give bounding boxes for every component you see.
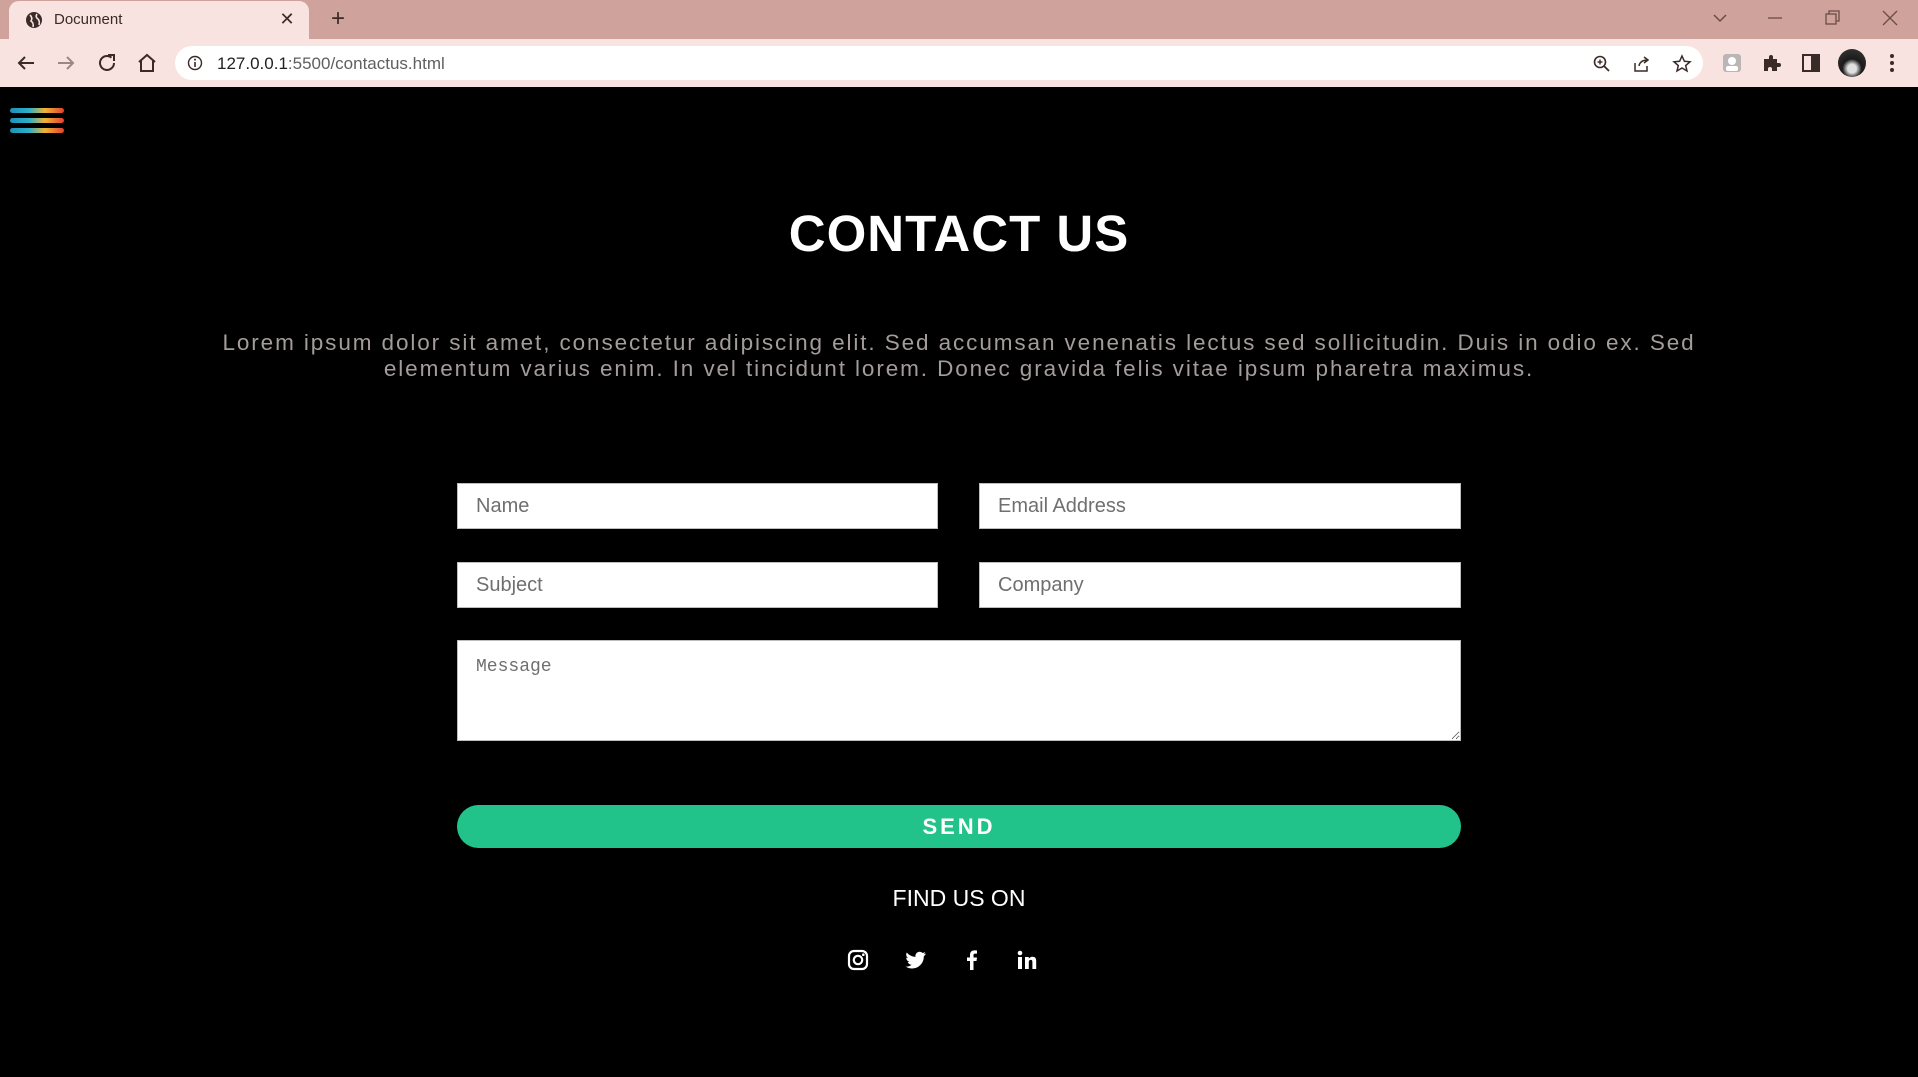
tab-strip: Document ✕ +	[0, 0, 1918, 39]
restore-icon[interactable]	[1820, 6, 1844, 30]
zoom-icon[interactable]	[1592, 54, 1612, 74]
url-host: 127.0.0.1	[217, 54, 288, 73]
new-tab-button[interactable]: +	[326, 7, 350, 31]
back-icon[interactable]	[14, 51, 38, 75]
kebab-menu-icon[interactable]	[1880, 51, 1904, 75]
site-info-icon[interactable]	[187, 55, 203, 71]
linkedin-icon[interactable]	[1015, 948, 1039, 972]
instagram-icon[interactable]	[846, 948, 870, 972]
company-input[interactable]	[979, 562, 1461, 608]
browser-tab[interactable]: Document ✕	[9, 1, 309, 39]
intro-paragraph: Lorem ipsum dolor sit amet, consectetur …	[222, 330, 1696, 381]
name-input[interactable]	[457, 483, 938, 529]
puzzle-icon[interactable]	[1760, 51, 1784, 75]
tab-search-icon[interactable]	[1708, 6, 1732, 30]
page-title: CONTACT US	[788, 205, 1130, 262]
find-us-heading: FIND US ON	[892, 885, 1026, 911]
close-window-icon[interactable]	[1878, 6, 1902, 30]
extension-icon[interactable]	[1720, 51, 1744, 75]
side-panel-icon[interactable]	[1799, 51, 1823, 75]
url-path: :5500/contactus.html	[287, 54, 445, 73]
send-button[interactable]: SEND	[457, 805, 1461, 848]
message-textarea[interactable]	[457, 640, 1461, 741]
address-bar[interactable]: 127.0.0.1:5500/contactus.html	[175, 46, 1703, 80]
close-tab-icon[interactable]: ✕	[277, 9, 297, 29]
twitter-icon[interactable]	[904, 948, 928, 972]
hamburger-bar	[10, 108, 64, 113]
minimize-icon[interactable]	[1763, 6, 1787, 30]
reload-icon[interactable]	[95, 51, 119, 75]
profile-avatar[interactable]	[1838, 49, 1866, 77]
globe-icon	[26, 12, 42, 28]
forward-icon[interactable]	[54, 51, 78, 75]
hamburger-bar	[10, 128, 64, 133]
share-icon[interactable]	[1632, 54, 1652, 74]
home-icon[interactable]	[135, 51, 159, 75]
subject-input[interactable]	[457, 562, 938, 608]
url-text: 127.0.0.1:5500/contactus.html	[217, 54, 445, 74]
tab-title: Document	[54, 11, 123, 28]
browser-toolbar: 127.0.0.1:5500/contactus.html	[0, 39, 1918, 87]
hamburger-menu-icon[interactable]	[10, 108, 64, 146]
email-input[interactable]	[979, 483, 1461, 529]
bookmark-star-icon[interactable]	[1672, 54, 1692, 74]
facebook-icon[interactable]	[960, 948, 984, 972]
hamburger-bar	[10, 118, 64, 123]
